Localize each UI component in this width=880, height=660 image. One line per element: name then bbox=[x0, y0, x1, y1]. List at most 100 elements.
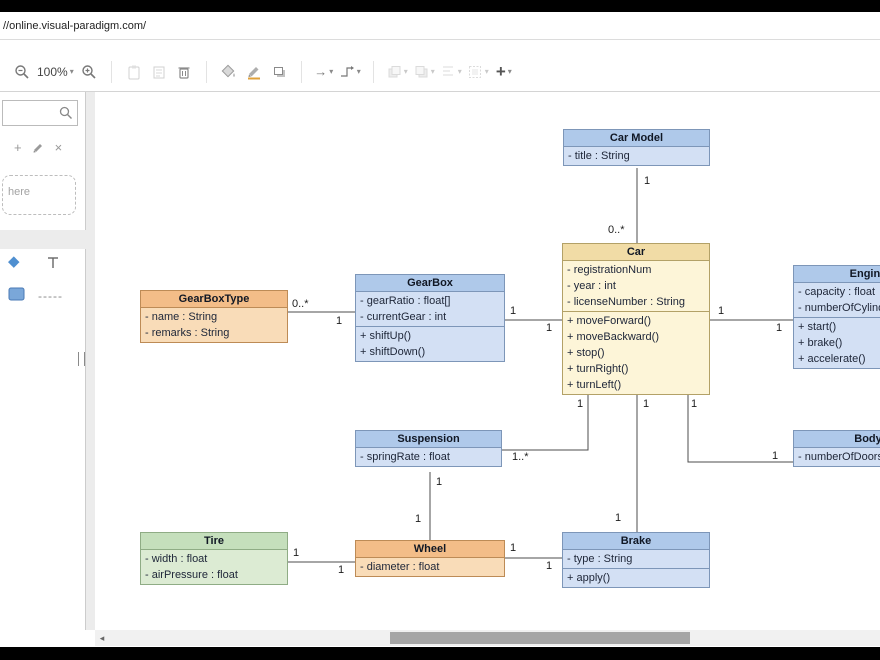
operation: + turnLeft() bbox=[563, 377, 709, 393]
multiplicity-label[interactable]: 1..* bbox=[512, 451, 529, 464]
multiplicity-label[interactable]: 1 bbox=[415, 513, 421, 526]
class-name: GearBoxType bbox=[141, 291, 287, 308]
palette-diamond-shape[interactable]: ◆ bbox=[8, 254, 20, 270]
class-box-car-model[interactable]: Car Model - title : String bbox=[563, 129, 710, 166]
shape-panel bbox=[0, 92, 86, 630]
align-icon bbox=[440, 64, 456, 80]
palette-note-shape[interactable] bbox=[8, 287, 26, 302]
search-input[interactable] bbox=[7, 102, 59, 124]
group-dropdown[interactable]: ▾ bbox=[467, 60, 489, 84]
chevron-down-icon: ▾ bbox=[357, 67, 361, 76]
multiplicity-label[interactable]: 1 bbox=[293, 547, 299, 560]
multiplicity-label[interactable]: 1 bbox=[615, 512, 621, 525]
multiplicity-label[interactable]: 1 bbox=[643, 398, 649, 411]
horizontal-scrollbar-thumb[interactable] bbox=[390, 632, 690, 644]
editor-toolbar: 100% ▾ → ▾ ▾ ▾ ▾ ▾ bbox=[0, 52, 880, 92]
fill-color-button[interactable] bbox=[219, 60, 239, 84]
attribute: - remarks : String bbox=[141, 325, 287, 341]
class-box-brake[interactable]: Brake - type : String + apply() bbox=[562, 532, 710, 588]
panel-divider[interactable] bbox=[86, 92, 95, 630]
zoom-level-dropdown[interactable]: 100% ▾ bbox=[37, 60, 74, 84]
delete-button[interactable] bbox=[174, 60, 194, 84]
panel-resize-grip[interactable] bbox=[78, 352, 85, 366]
copy-icon bbox=[151, 64, 167, 80]
attribute: - gearRatio : float[] bbox=[356, 293, 504, 309]
multiplicity-label[interactable]: 1 bbox=[691, 398, 697, 411]
multiplicity-label[interactable]: 1 bbox=[510, 542, 516, 555]
toolbar-separator bbox=[373, 61, 374, 83]
paint-bucket-icon bbox=[220, 64, 237, 80]
multiplicity-label[interactable]: 1 bbox=[546, 560, 552, 573]
palette-controls: + × bbox=[14, 138, 78, 156]
close-palette-button[interactable]: × bbox=[55, 140, 63, 155]
class-box-gearbox[interactable]: GearBox - gearRatio : float[] - currentG… bbox=[355, 274, 505, 362]
multiplicity-label[interactable]: 1 bbox=[546, 322, 552, 335]
attribute: - diameter : float bbox=[356, 559, 504, 575]
class-name: Brake bbox=[563, 533, 709, 550]
connector-style-dropdown[interactable]: ▾ bbox=[339, 60, 361, 84]
magnifier-minus-icon bbox=[14, 64, 30, 80]
class-box-wheel[interactable]: Wheel - diameter : float bbox=[355, 540, 505, 577]
multiplicity-label[interactable]: 1 bbox=[776, 322, 782, 335]
add-shape-dropdown[interactable]: + ▾ bbox=[494, 60, 514, 84]
class-box-engine[interactable]: Engine - capacity : float - numberOfCyli… bbox=[793, 265, 880, 369]
operation: + moveForward() bbox=[563, 313, 709, 329]
multiplicity-label[interactable]: 1 bbox=[436, 476, 442, 489]
class-name: GearBox bbox=[356, 275, 504, 292]
multiplicity-label[interactable]: 1 bbox=[510, 305, 516, 318]
operation: + shiftUp() bbox=[356, 328, 504, 344]
multiplicity-label[interactable]: 1 bbox=[772, 450, 778, 463]
palette-anchor-line-shape[interactable] bbox=[44, 255, 62, 271]
class-box-car[interactable]: Car - registrationNum - year : int - lic… bbox=[562, 243, 710, 395]
attribute: - width : float bbox=[141, 551, 287, 567]
class-box-body[interactable]: Body - numberOfDoors : int bbox=[793, 430, 880, 467]
send-backward-dropdown[interactable]: ▾ bbox=[413, 60, 435, 84]
layers-back-icon bbox=[413, 64, 429, 80]
multiplicity-label[interactable]: 1 bbox=[338, 564, 344, 577]
attribute: - numberOfDoors : int bbox=[794, 449, 880, 465]
add-palette-button[interactable]: + bbox=[14, 140, 22, 155]
attribute: - registrationNum bbox=[563, 262, 709, 278]
scroll-left-arrow[interactable]: ◂ bbox=[95, 630, 109, 646]
copy-button[interactable] bbox=[149, 60, 169, 84]
operations-compartment: + moveForward() + moveBackward() + stop(… bbox=[563, 311, 709, 394]
address-bar[interactable]: //online.visual-paradigm.com/ bbox=[0, 12, 880, 40]
class-box-gearboxtype[interactable]: GearBoxType - name : String - remarks : … bbox=[140, 290, 288, 343]
class-box-tire[interactable]: Tire - width : float - airPressure : flo… bbox=[140, 532, 288, 585]
shadow-button[interactable] bbox=[269, 60, 289, 84]
align-dropdown[interactable]: ▾ bbox=[440, 60, 462, 84]
drag-drop-zone[interactable]: here bbox=[2, 175, 76, 215]
left-arrow-icon: ◂ bbox=[100, 633, 105, 644]
plus-icon: + bbox=[496, 62, 506, 82]
multiplicity-label[interactable]: 1 bbox=[718, 305, 724, 318]
class-name: Car Model bbox=[564, 130, 709, 147]
class-name: Body bbox=[794, 431, 880, 448]
multiplicity-label[interactable]: 1 bbox=[644, 175, 650, 188]
arrow-style-dropdown[interactable]: → ▾ bbox=[314, 60, 334, 84]
chevron-down-icon: ▾ bbox=[485, 67, 489, 76]
class-name: Suspension bbox=[356, 431, 501, 448]
operation: + moveBackward() bbox=[563, 329, 709, 345]
multiplicity-label[interactable]: 1 bbox=[577, 398, 583, 411]
multiplicity-label[interactable]: 1 bbox=[336, 315, 342, 328]
magnifier-plus-icon bbox=[81, 64, 97, 80]
paste-button[interactable] bbox=[124, 60, 144, 84]
attribute: - name : String bbox=[141, 309, 287, 325]
bring-forward-dropdown[interactable]: ▾ bbox=[386, 60, 408, 84]
attribute: - licenseNumber : String bbox=[563, 294, 709, 310]
palette-dashed-line-shape[interactable]: ----- bbox=[38, 289, 63, 303]
class-name: Engine bbox=[794, 266, 880, 283]
edit-pencil-icon[interactable] bbox=[32, 141, 45, 154]
multiplicity-label[interactable]: 0..* bbox=[292, 298, 309, 311]
line-color-button[interactable] bbox=[244, 60, 264, 84]
multiplicity-label[interactable]: 0..* bbox=[608, 224, 625, 237]
attributes-compartment: - gearRatio : float[] - currentGear : in… bbox=[356, 292, 504, 326]
attribute: - airPressure : float bbox=[141, 567, 287, 583]
attributes-compartment: - registrationNum - year : int - license… bbox=[563, 261, 709, 311]
zoom-out-button[interactable] bbox=[12, 60, 32, 84]
attribute: - title : String bbox=[564, 148, 709, 164]
class-box-suspension[interactable]: Suspension - springRate : float bbox=[355, 430, 502, 467]
operation: + accelerate() bbox=[794, 351, 880, 367]
zoom-in-button[interactable] bbox=[79, 60, 99, 84]
operations-compartment: + shiftUp() + shiftDown() bbox=[356, 326, 504, 361]
